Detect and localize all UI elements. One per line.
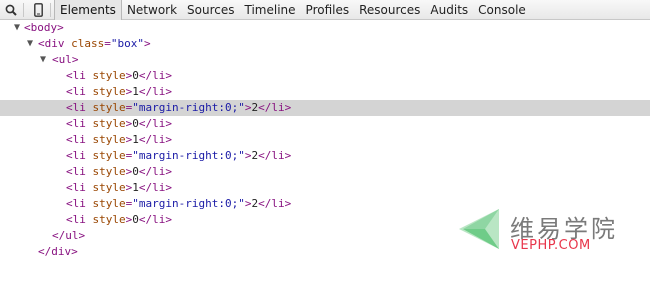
tag-name: <div [38,37,65,50]
li-open-tag: <li [66,69,86,82]
expand-arrow-icon[interactable]: ▼ [38,52,48,68]
toolbar-divider [23,2,24,17]
li-text: 0 [132,165,139,178]
li-element-code: <li style>0</li> [66,68,172,84]
panel-tabs: Elements Network Sources Timeline Profiles Re… [54,0,531,20]
tree-row-li[interactable]: <li style>0</li> [0,68,650,84]
div-open-tag: <div class="box"> [38,36,151,52]
tree-row-li[interactable]: <li style="margin-right:0;">2</li> [0,100,650,116]
li-text: 1 [132,85,139,98]
attribute-equals: = [104,37,111,50]
li-close-tag: </li> [138,117,172,130]
li-open-tag: <li [66,165,86,178]
attribute-name: style [92,117,126,130]
ul-close-tag: </ul> [52,229,86,242]
li-open-tag: <li [66,213,86,226]
device-mode-icon[interactable] [29,0,47,20]
tab-resources[interactable]: Resources [354,0,425,20]
li-element-code: <li style="margin-right:0;">2</li> [66,100,291,116]
tag-end: > [144,37,151,50]
tree-row-li[interactable]: <li style>1</li> [0,84,650,100]
li-text: 0 [132,117,139,130]
attribute-name: style [92,69,126,82]
li-close-tag: </li> [138,181,172,194]
tab-profiles[interactable]: Profiles [301,0,355,20]
expand-arrow-icon[interactable]: ▼ [25,36,35,52]
attribute-name: style [92,85,126,98]
vephp-logo-icon [455,207,501,255]
tab-elements[interactable]: Elements [54,0,122,20]
li-open-tag: <li [66,197,86,210]
li-element-code: <li style>0</li> [66,212,172,228]
tab-console[interactable]: Console [473,0,531,20]
body-open-tag: <body> [24,21,64,34]
tree-row-body[interactable]: ▼ <body> [0,20,650,36]
li-open-tag: <li [66,149,86,162]
attribute-value: "margin-right:0;" [132,197,245,210]
li-close-tag: </li> [258,197,292,210]
li-close-tag: </li> [258,101,292,114]
attribute-name: style [92,149,126,162]
tab-sources[interactable]: Sources [182,0,239,20]
devtools-toolbar: Elements Network Sources Timeline Profiles Re… [0,0,650,20]
li-text: 1 [132,133,139,146]
li-element-code: <li style>1</li> [66,132,172,148]
tree-row-li[interactable]: <li style>1</li> [0,180,650,196]
li-open-tag: <li [66,101,86,114]
li-open-tag: <li [66,133,86,146]
li-element-code: <li style>0</li> [66,164,172,180]
li-element-code: <li style>1</li> [66,84,172,100]
attribute-name: style [92,197,126,210]
ul-open-tag: <ul> [52,53,79,66]
li-close-tag: </li> [138,213,172,226]
li-text: 0 [132,69,139,82]
watermark-domain-text: VEPHP.COM [511,238,591,253]
expand-arrow-icon[interactable]: ▼ [12,20,22,36]
tree-row-div[interactable]: ▼ <div class="box"> [0,36,650,52]
tab-audits[interactable]: Audits [425,0,473,20]
attribute-name: style [92,165,126,178]
li-text: 1 [132,181,139,194]
li-close-tag: </li> [138,165,172,178]
tree-row-li[interactable]: <li style>1</li> [0,132,650,148]
tab-timeline[interactable]: Timeline [240,0,301,20]
li-element-code: <li style="margin-right:0;">2</li> [66,148,291,164]
attribute-value: "box" [110,37,144,50]
li-element-code: <li style>1</li> [66,180,172,196]
attribute-name: style [92,181,126,194]
toolbar-divider [50,2,51,17]
li-close-tag: </li> [138,69,172,82]
attribute-value: "margin-right:0;" [132,101,245,114]
search-icon[interactable] [2,0,20,20]
tree-row-ul[interactable]: ▼ <ul> [0,52,650,68]
li-close-tag: </li> [138,133,172,146]
attribute-name: class [71,37,105,50]
li-open-tag: <li [66,85,86,98]
attribute-name: style [92,101,126,114]
li-element-code: <li style="margin-right:0;">2</li> [66,196,291,212]
tree-row-li[interactable]: <li style="margin-right:0;">2</li> [0,148,650,164]
attribute-name: style [92,133,126,146]
li-close-tag: </li> [258,149,292,162]
tree-row-li[interactable]: <li style>0</li> [0,116,650,132]
li-element-code: <li style>0</li> [66,116,172,132]
div-close-tag: </div> [38,245,78,258]
li-text: 0 [132,213,139,226]
li-open-tag: <li [66,117,86,130]
attribute-value: "margin-right:0;" [132,149,245,162]
li-close-tag: </li> [138,85,172,98]
site-watermark: 维易学院 VEPHP.COM [455,205,645,263]
li-open-tag: <li [66,181,86,194]
tab-network[interactable]: Network [122,0,182,20]
attribute-name: style [92,213,126,226]
tree-row-li[interactable]: <li style>0</li> [0,164,650,180]
